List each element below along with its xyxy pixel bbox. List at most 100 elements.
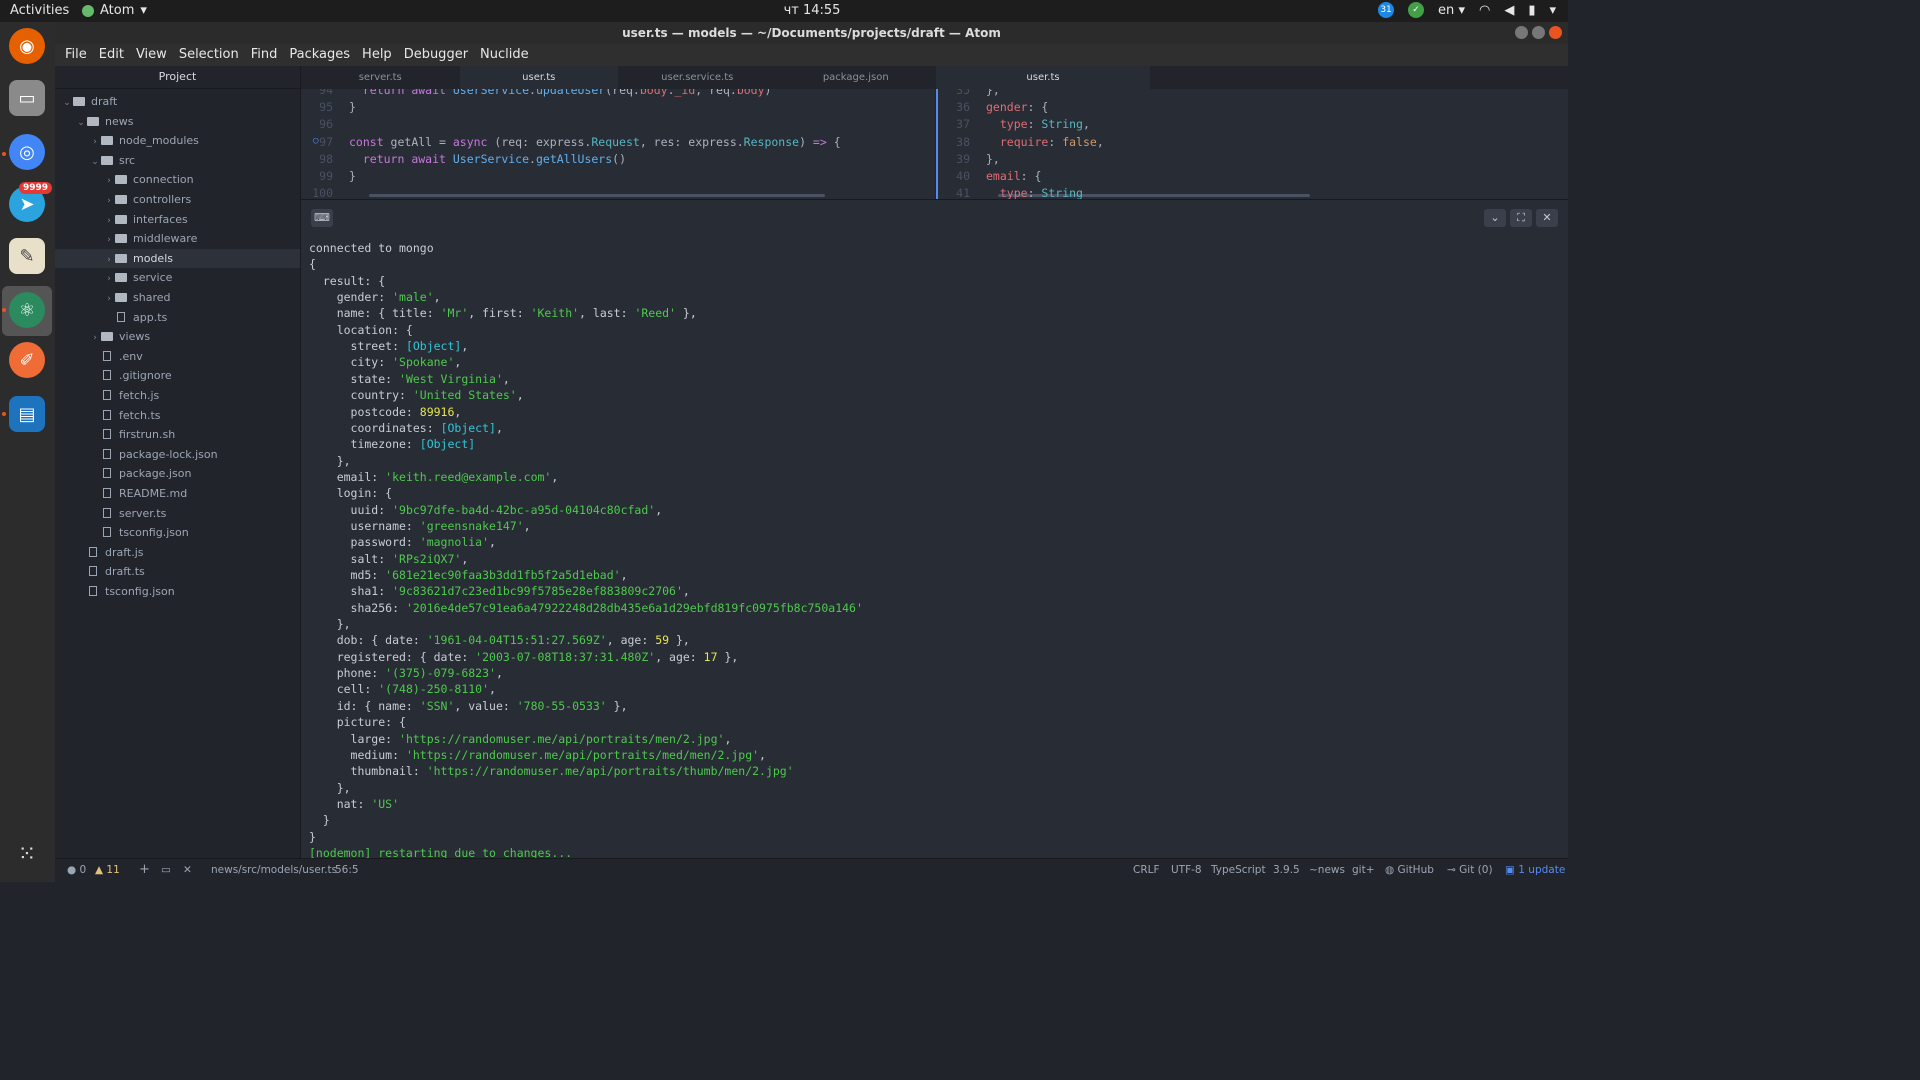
clock[interactable]: чт 14:55 (760, 3, 864, 18)
terminal-token: }, (309, 453, 351, 468)
tree-file[interactable]: app.ts (55, 308, 300, 328)
terminal-token: '(375)-079-6823' (385, 666, 496, 681)
tree-folder[interactable]: › models (55, 248, 300, 269)
tree-file[interactable]: package-lock.json (55, 445, 300, 465)
tree-file[interactable]: .gitignore (55, 366, 300, 386)
terminal-token: , (454, 404, 462, 419)
close-icon[interactable]: ✕ (183, 864, 192, 876)
tree-file[interactable]: fetch.ts (55, 406, 300, 426)
grammar[interactable]: TypeScript (1211, 864, 1266, 876)
cursor-position[interactable]: 56:5 (335, 864, 359, 876)
tree-file[interactable]: fetch.js (55, 386, 300, 406)
language-selector[interactable]: en ▾ (1438, 3, 1465, 18)
editor-tab[interactable]: package.json (777, 66, 936, 89)
terminal-token: postcode: (309, 404, 420, 419)
code-token: UserService (452, 151, 530, 166)
tree-folder[interactable]: ⌄ src (55, 151, 300, 171)
menu-selection[interactable]: Selection (173, 44, 245, 66)
terminal-token: , (489, 535, 496, 550)
add-terminal-icon[interactable]: + (139, 862, 150, 877)
tree-file[interactable]: draft.js (55, 543, 300, 563)
menu-nuclide[interactable]: Nuclide (474, 44, 535, 66)
warnings-indicator[interactable]: ▲ 11 (95, 864, 120, 876)
terminal-token: large: (309, 731, 400, 746)
system-menu-chevron-icon[interactable]: ▾ (1549, 3, 1556, 18)
menu-view[interactable]: View (130, 44, 173, 66)
tree-folder[interactable]: › interfaces (55, 210, 300, 230)
errors-indicator[interactable]: ● 0 (67, 864, 86, 876)
tree-file[interactable]: tsconfig.json (55, 582, 300, 602)
code-token: , (1096, 134, 1104, 149)
postman-icon[interactable]: ✐ (9, 342, 45, 378)
horizontal-scrollbar[interactable] (369, 194, 825, 197)
volume-icon[interactable]: ◀ (1504, 3, 1514, 18)
editor-tab[interactable]: user.service.ts (618, 66, 777, 89)
wifi-icon[interactable]: ◠ (1479, 3, 1490, 18)
branch-dir[interactable]: ~news (1309, 864, 1345, 876)
terminal-icon[interactable]: ▭ (161, 864, 171, 876)
tree-folder[interactable]: › node_modules (55, 131, 300, 151)
tree-file[interactable]: firstrun.sh (55, 425, 300, 445)
code-token: { (826, 134, 841, 149)
right-editor[interactable]: 35}, 36 gender: {37 type: String, 38 requir… (936, 89, 1568, 199)
tree-folder[interactable]: ⌄ news (55, 112, 300, 132)
tree-file[interactable]: README.md (55, 484, 300, 504)
tree-file[interactable]: server.ts (55, 504, 300, 524)
battery-icon[interactable]: ▮ (1528, 3, 1535, 18)
tree-file[interactable]: package.json (55, 464, 300, 484)
git-plus[interactable]: git+ (1352, 864, 1375, 876)
terminal-line: country: 'United States', (309, 387, 524, 403)
tree-folder[interactable]: › connection (55, 170, 300, 190)
files-icon[interactable]: ▭ (9, 80, 45, 116)
activities-button[interactable]: Activities (10, 3, 69, 18)
app-grid-icon[interactable]: ⁙ (9, 836, 45, 872)
editor-tab[interactable]: server.ts (301, 66, 460, 89)
notification-icon[interactable]: 31 (1378, 2, 1395, 18)
git-panel[interactable]: ⊸ Git (0) (1447, 864, 1493, 876)
file-icon (103, 390, 111, 400)
folder-icon (101, 136, 113, 146)
firefox-icon[interactable]: ◉ (9, 28, 45, 64)
menu-debugger[interactable]: Debugger (398, 44, 474, 66)
editor-tab[interactable]: user.ts (936, 66, 1150, 89)
code-token: . (529, 89, 536, 97)
tree-file[interactable]: draft.ts (55, 562, 300, 582)
writer-icon[interactable]: ▤ (9, 396, 45, 432)
atom-icon[interactable]: ⚛ (9, 292, 45, 328)
chrome-icon[interactable]: ◎ (9, 134, 45, 170)
file-path[interactable]: news/src/models/user.ts (211, 864, 337, 876)
maximize-button[interactable] (1532, 26, 1545, 39)
tree-folder[interactable]: › shared (55, 288, 300, 308)
app-menu[interactable]: Atom ▾ (82, 3, 147, 18)
github-panel[interactable]: ◍ GitHub (1385, 864, 1434, 876)
update-notice[interactable]: ▣ 1 update (1505, 864, 1565, 876)
encoding[interactable]: UTF-8 (1171, 864, 1202, 876)
terminal-output[interactable]: connected to mongo { result: { gender: 'm… (301, 237, 1568, 858)
tree-folder[interactable]: › views (55, 327, 300, 347)
tree-file[interactable]: .env (55, 347, 300, 367)
tree-folder[interactable]: ⌄ draft (55, 92, 300, 112)
text-editor-icon[interactable]: ✎ (9, 238, 45, 274)
minimize-button[interactable] (1515, 26, 1528, 39)
left-editor[interactable]: ◯ 94 return await UserService.updateUser… (301, 89, 935, 199)
line-ending[interactable]: CRLF (1133, 864, 1160, 876)
tree-folder[interactable]: › service (55, 268, 300, 288)
maximize-terminal-icon[interactable]: ⛶ (1510, 209, 1532, 227)
collapse-terminal-icon[interactable]: ⌄ (1484, 209, 1506, 227)
close-window-button[interactable] (1549, 26, 1562, 39)
menu-file[interactable]: File (59, 44, 93, 66)
typescript-version[interactable]: 3.9.5 (1273, 864, 1300, 876)
close-terminal-icon[interactable]: ✕ (1536, 209, 1558, 227)
terminal-line: picture: { (309, 714, 406, 730)
tree-folder[interactable]: › middleware (55, 229, 300, 249)
tree-item-label: shared (133, 291, 171, 304)
menu-find[interactable]: Find (245, 44, 284, 66)
tree-file[interactable]: tsconfig.json (55, 523, 300, 543)
tree-folder[interactable]: › controllers (55, 190, 300, 210)
keyboard-icon[interactable]: ⌨ (311, 209, 333, 227)
check-icon[interactable]: ✓ (1408, 2, 1425, 18)
menu-edit[interactable]: Edit (93, 44, 130, 66)
menu-packages[interactable]: Packages (283, 44, 356, 66)
menu-help[interactable]: Help (356, 44, 398, 66)
editor-tab[interactable]: user.ts (459, 66, 618, 89)
